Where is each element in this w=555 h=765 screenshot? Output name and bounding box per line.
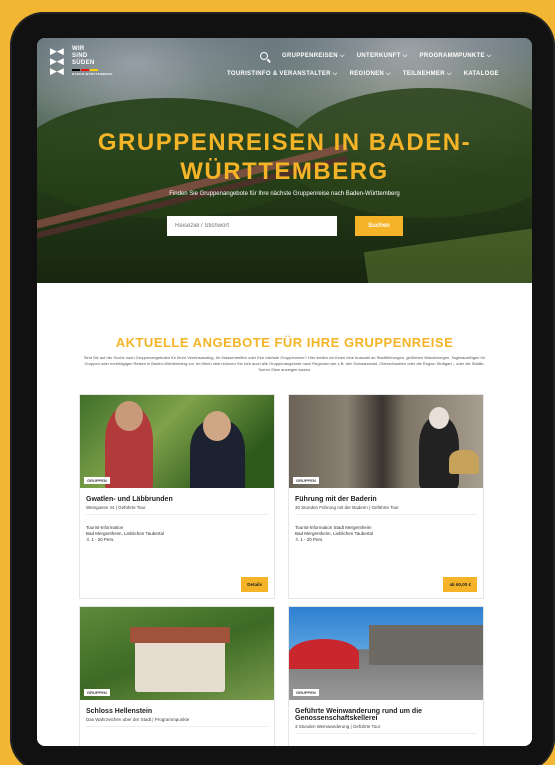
card-subtitle: Das Wahrzeichen über der Stadt | Program… — [86, 717, 268, 727]
nav-gruppenreisen[interactable]: GRUPPENREISEN ⌵ — [282, 53, 345, 60]
offer-card[interactable]: GRUPPEN Führung mit der Baderin 30 Stund… — [288, 394, 484, 599]
nav-regionen[interactable]: REGIONEN ⌵ — [350, 71, 391, 78]
nav-teilnehmer[interactable]: TEILNEHMER ⌵ — [403, 71, 452, 78]
hero-subtitle: Finden Sie Gruppenangebote für Ihre näch… — [169, 191, 400, 197]
card-title: Geführte Weinwanderung rund um die Genos… — [295, 708, 423, 722]
price-button[interactable]: ab 60,00 € — [443, 577, 477, 592]
nav-programmpunkte[interactable]: PROGRAMMPUNKTE ⌵ — [420, 53, 492, 60]
offer-card[interactable]: GRUPPEN Schloss Hellenstein Das Wahrzeic… — [79, 606, 275, 746]
offer-image: GRUPPEN — [80, 395, 274, 488]
card-subtitle: 3 Stunden Weinwanderung | Geführte Tour — [295, 724, 477, 734]
card-badge: GRUPPEN — [293, 477, 319, 484]
card-group-size: ♙ 1 - 20 Pers. — [86, 537, 115, 542]
card-info: Tourist-Information Stadt Mergentheim — [295, 525, 372, 530]
offer-image: GRUPPEN — [289, 395, 483, 488]
offers-intro: Sind Sie auf der Suche nach Gruppenangeb… — [83, 355, 486, 372]
offers-heading: AKTUELLE ANGEBOTE FÜR IHRE GRUPPENREISE — [115, 335, 454, 350]
hero-title: GRUPPENREISEN IN BADEN- — [97, 129, 472, 156]
secondary-navigation: TOURISTINFO & VERANSTALTER ⌵ REGIONEN ⌵ … — [227, 71, 499, 78]
hero-title: WÜRTTEMBERG — [180, 158, 389, 185]
offer-image: GRUPPEN — [289, 607, 483, 700]
card-subtitle: Weingasse 44 | Geführte Tour — [86, 505, 268, 515]
card-badge: GRUPPEN — [84, 689, 110, 696]
site-logo[interactable]: ▶◀ ▶◀ ▶◀ WIR SIND SÜDEN BADEN-WÜRTTEMBERG — [50, 46, 113, 78]
search-button[interactable]: Suchen — [355, 216, 403, 236]
top-navigation: GRUPPENREISEN ⌵ UNTERKUNFT ⌵ PROGRAMMPUN… — [282, 53, 492, 60]
details-button[interactable]: Details — [241, 577, 268, 592]
offer-card[interactable]: GRUPPEN Geführte Weinwanderung rund um d… — [288, 606, 484, 746]
nav-kataloge[interactable]: KATALOGE — [464, 71, 499, 78]
nav-touristinfo[interactable]: TOURISTINFO & VERANSTALTER ⌵ — [227, 71, 338, 78]
lions-icon: ▶◀ ▶◀ ▶◀ — [50, 46, 64, 76]
logo-tag: BADEN-WÜRTTEMBERG — [72, 72, 113, 76]
card-group-size: ♙ 1 - 20 Pers. — [295, 537, 324, 542]
card-badge: GRUPPEN — [293, 689, 319, 696]
card-title: Gwatlen- und Läbbrunden — [86, 496, 173, 503]
card-info: Tourist-Information — [86, 525, 124, 530]
nav-unterkunft[interactable]: UNTERKUNFT ⌵ — [357, 53, 408, 60]
card-badge: GRUPPEN — [84, 477, 110, 484]
search-input[interactable] — [167, 216, 337, 236]
search-icon[interactable] — [260, 52, 268, 60]
offer-card[interactable]: GRUPPEN Gwatlen- und Läbbrunden Weingass… — [79, 394, 275, 599]
logo-line: SIND — [72, 53, 88, 59]
card-title: Schloss Hellenstein — [86, 708, 153, 715]
card-title: Führung mit der Baderin — [295, 496, 377, 503]
browser-screen: ▶◀ ▶◀ ▶◀ WIR SIND SÜDEN BADEN-WÜRTTEMBERG … — [37, 38, 532, 746]
offers-section: AKTUELLE ANGEBOTE FÜR IHRE GRUPPENREISE … — [37, 283, 532, 746]
offer-image: GRUPPEN — [80, 607, 274, 700]
logo-line: WIR — [72, 46, 85, 52]
hero-banner: ▶◀ ▶◀ ▶◀ WIR SIND SÜDEN BADEN-WÜRTTEMBERG … — [37, 38, 532, 312]
card-subtitle: 30 Stunden Führung mit der Baderin | Gef… — [295, 505, 477, 515]
logo-line: SÜDEN — [72, 60, 95, 66]
